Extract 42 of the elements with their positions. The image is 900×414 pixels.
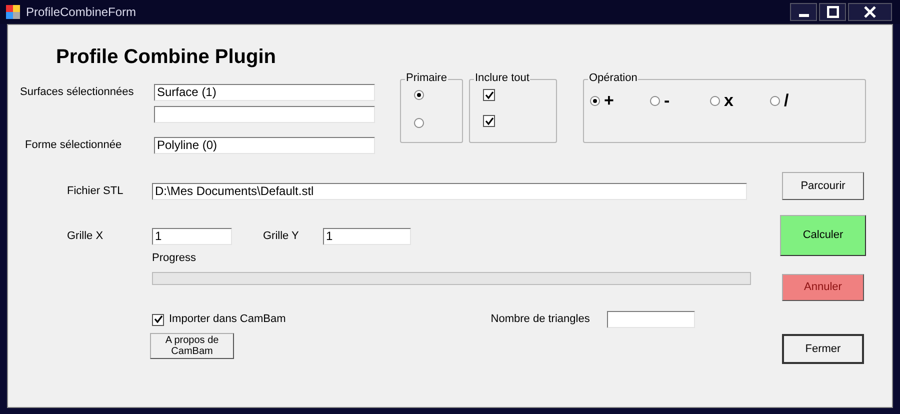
text-field[interactable]: Surface (1) bbox=[154, 84, 375, 101]
text-field[interactable]: Polyline (0) bbox=[154, 137, 375, 154]
field-label: Fichier STL bbox=[67, 184, 124, 199]
close-button[interactable] bbox=[848, 3, 892, 21]
operation-label: x bbox=[724, 92, 734, 110]
text-field[interactable]: 1 bbox=[152, 228, 232, 245]
text-field[interactable] bbox=[154, 106, 375, 123]
app-icon bbox=[6, 5, 20, 19]
field-label: Grille Y bbox=[263, 229, 300, 244]
operation-label: - bbox=[664, 92, 670, 110]
close-icon bbox=[864, 6, 876, 18]
action-button[interactable]: Calculer bbox=[780, 215, 866, 256]
window-title: ProfileCombineForm bbox=[26, 4, 136, 21]
radio-button[interactable] bbox=[414, 90, 424, 100]
minimize-icon bbox=[798, 14, 808, 16]
checkbox-label: Importer dans CamBam bbox=[169, 312, 286, 328]
group-title: Opération bbox=[588, 71, 638, 86]
checkbox[interactable] bbox=[152, 314, 164, 326]
text-field[interactable] bbox=[606, 311, 695, 328]
about-button[interactable]: A propos de CamBam bbox=[150, 333, 234, 359]
maximize-button[interactable] bbox=[819, 3, 846, 21]
text-field[interactable]: 1 bbox=[323, 228, 411, 245]
field-label: Forme sélectionnée bbox=[25, 138, 123, 153]
operation-label: + bbox=[604, 92, 614, 110]
field-label: Surfaces sélectionnées bbox=[20, 85, 135, 100]
field-label: Nombre de triangles bbox=[490, 312, 591, 328]
checkbox[interactable] bbox=[483, 115, 495, 127]
minimize-button[interactable] bbox=[790, 3, 817, 21]
progress-label: Progress bbox=[152, 251, 198, 266]
checkbox[interactable] bbox=[483, 89, 495, 101]
radio-button[interactable] bbox=[414, 118, 424, 128]
radio-button[interactable] bbox=[770, 96, 780, 106]
operation-label: / bbox=[784, 92, 789, 110]
radio-button[interactable] bbox=[590, 96, 600, 106]
field-label: Grille X bbox=[67, 229, 104, 244]
action-button[interactable]: Parcourir bbox=[782, 172, 864, 200]
action-button[interactable]: Fermer bbox=[782, 334, 864, 364]
maximize-icon bbox=[826, 6, 838, 18]
radio-button[interactable] bbox=[710, 96, 720, 106]
radio-button[interactable] bbox=[650, 96, 660, 106]
form-heading: Profile Combine Plugin bbox=[56, 45, 278, 69]
text-field[interactable]: D:\Mes Documents\Default.stl bbox=[152, 183, 747, 200]
